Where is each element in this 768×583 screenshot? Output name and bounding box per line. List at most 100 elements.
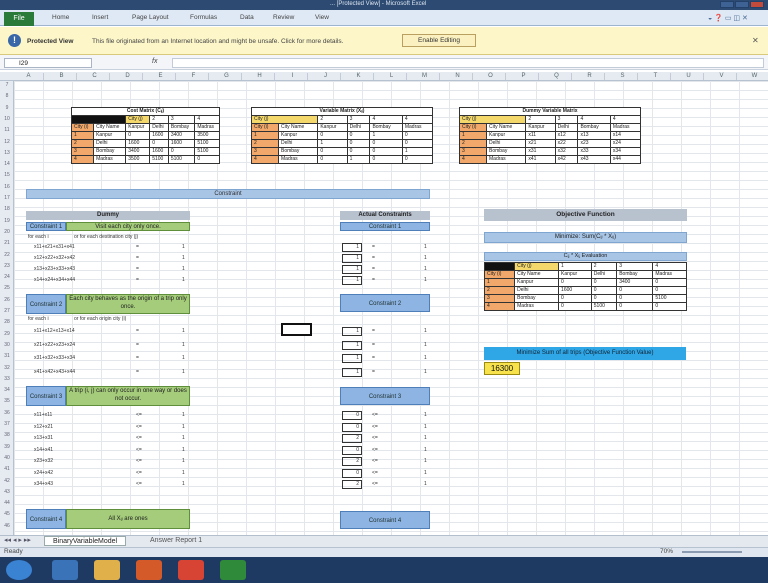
row-header-9[interactable]: 9 <box>0 105 14 111</box>
tab-data[interactable]: Data <box>240 14 254 21</box>
row-header-17[interactable]: 17 <box>0 195 14 201</box>
close-icon[interactable]: ✕ <box>752 36 759 45</box>
row-header-43[interactable]: 43 <box>0 489 14 495</box>
minimize-button[interactable] <box>720 1 734 8</box>
row-header-11[interactable]: 11 <box>0 127 14 133</box>
row-header-26[interactable]: 26 <box>0 297 14 303</box>
row-header-15[interactable]: 15 <box>0 172 14 178</box>
column-header-w[interactable]: W <box>740 73 768 80</box>
actual-value[interactable]: 1 <box>342 254 362 263</box>
row-header-22[interactable]: 22 <box>0 252 14 258</box>
sheet-nav-icon[interactable]: ◂◂ ◂ ▸ ▸▸ <box>4 536 31 544</box>
row-header-33[interactable]: 33 <box>0 376 14 382</box>
zoom-level[interactable]: 70% <box>660 548 673 555</box>
help-icon[interactable]: ◒ ❓ ▭ ◫ ✕ <box>708 14 748 22</box>
tab-home[interactable]: Home <box>52 14 69 21</box>
row-header-19[interactable]: 19 <box>0 218 14 224</box>
excel-icon[interactable] <box>220 560 246 580</box>
column-header-l[interactable]: L <box>377 73 407 80</box>
active-cell[interactable] <box>281 323 312 336</box>
row-header-27[interactable]: 27 <box>0 308 14 314</box>
column-header-i[interactable]: I <box>278 73 308 80</box>
row-header-30[interactable]: 30 <box>0 342 14 348</box>
row-header-37[interactable]: 37 <box>0 421 14 427</box>
actual-value[interactable]: 1 <box>342 265 362 274</box>
row-header-12[interactable]: 12 <box>0 139 14 145</box>
column-header-q[interactable]: Q <box>542 73 572 80</box>
tab-formulas[interactable]: Formulas <box>190 14 217 21</box>
row-header-38[interactable]: 38 <box>0 432 14 438</box>
actual-value[interactable]: 1 <box>342 340 362 350</box>
column-header-m[interactable]: M <box>410 73 440 80</box>
sheet-tab-binary[interactable]: BinaryVariableModel <box>44 536 127 546</box>
row-header-10[interactable]: 10 <box>0 116 14 122</box>
actual-value[interactable]: 2 <box>342 434 362 443</box>
row-header-29[interactable]: 29 <box>0 331 14 337</box>
column-header-j[interactable]: J <box>311 73 341 80</box>
row-header-40[interactable]: 40 <box>0 455 14 461</box>
row-header-21[interactable]: 21 <box>0 240 14 246</box>
column-header-p[interactable]: P <box>509 73 539 80</box>
row-header-28[interactable]: 28 <box>0 319 14 325</box>
chrome-icon[interactable] <box>178 560 204 580</box>
actual-value[interactable]: 2 <box>342 480 362 489</box>
column-header-k[interactable]: K <box>344 73 374 80</box>
actual-value[interactable]: 1 <box>342 327 362 336</box>
row-header-42[interactable]: 42 <box>0 478 14 484</box>
row-header-23[interactable]: 23 <box>0 263 14 269</box>
function-icon[interactable]: fx <box>152 58 157 65</box>
actual-value[interactable]: 2 <box>342 457 362 466</box>
start-icon[interactable] <box>6 560 32 580</box>
row-header-44[interactable]: 44 <box>0 500 14 506</box>
column-header-h[interactable]: H <box>245 73 275 80</box>
row-header-8[interactable]: 8 <box>0 93 14 99</box>
row-header-14[interactable]: 14 <box>0 161 14 167</box>
tab-insert[interactable]: Insert <box>92 14 108 21</box>
actual-value[interactable]: 0 <box>342 445 362 455</box>
row-header-25[interactable]: 25 <box>0 285 14 291</box>
actual-value[interactable]: 1 <box>342 354 362 363</box>
tab-page-layout[interactable]: Page Layout <box>132 14 169 21</box>
sheet-tab-answer-report[interactable]: Answer Report 1 <box>142 536 210 546</box>
row-header-39[interactable]: 39 <box>0 444 14 450</box>
formula-input[interactable] <box>172 58 764 68</box>
row-header-41[interactable]: 41 <box>0 466 14 472</box>
close-button[interactable] <box>750 1 764 8</box>
column-header-b[interactable]: B <box>47 73 77 80</box>
column-header-t[interactable]: T <box>641 73 671 80</box>
zoom-slider[interactable] <box>682 551 742 553</box>
row-header-35[interactable]: 35 <box>0 398 14 404</box>
folder-icon[interactable] <box>94 560 120 580</box>
row-header-46[interactable]: 46 <box>0 523 14 529</box>
actual-value[interactable]: 0 <box>342 468 362 478</box>
column-header-o[interactable]: O <box>476 73 506 80</box>
row-header-34[interactable]: 34 <box>0 387 14 393</box>
row-header-45[interactable]: 45 <box>0 511 14 517</box>
column-header-f[interactable]: F <box>179 73 209 80</box>
row-header-7[interactable]: 7 <box>0 82 14 88</box>
column-header-n[interactable]: N <box>443 73 473 80</box>
column-header-u[interactable]: U <box>674 73 704 80</box>
row-header-16[interactable]: 16 <box>0 184 14 190</box>
row-header-20[interactable]: 20 <box>0 229 14 235</box>
enable-editing-button[interactable]: Enable Editing <box>402 34 476 47</box>
column-header-v[interactable]: V <box>707 73 737 80</box>
column-header-d[interactable]: D <box>113 73 143 80</box>
name-box[interactable]: I29 <box>4 58 92 68</box>
actual-value[interactable]: 1 <box>342 367 362 377</box>
media-player-icon[interactable] <box>136 560 162 580</box>
column-header-e[interactable]: E <box>146 73 176 80</box>
tab-view[interactable]: View <box>315 14 329 21</box>
column-header-s[interactable]: S <box>608 73 638 80</box>
actual-value[interactable]: 0 <box>342 422 362 432</box>
actual-value[interactable]: 0 <box>342 411 362 420</box>
actual-value[interactable]: 1 <box>342 243 362 252</box>
row-header-24[interactable]: 24 <box>0 274 14 280</box>
row-header-18[interactable]: 18 <box>0 206 14 212</box>
row-header-32[interactable]: 32 <box>0 365 14 371</box>
protected-view-message[interactable]: This file originated from an Internet lo… <box>92 38 343 45</box>
objective-value[interactable]: 16300 <box>484 362 520 375</box>
row-header-31[interactable]: 31 <box>0 353 14 359</box>
row-header-13[interactable]: 13 <box>0 150 14 156</box>
browser-icon[interactable] <box>52 560 78 580</box>
